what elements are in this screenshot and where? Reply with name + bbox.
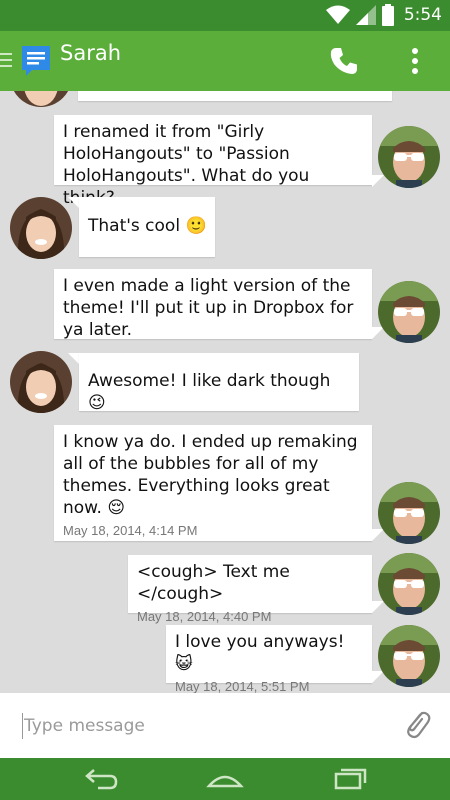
message-bubble[interactable]: Awesome! I like dark though 😉 xyxy=(79,353,359,413)
message-bubble[interactable]: I renamed it from "Girly HoloHangouts" t… xyxy=(54,115,372,208)
action-bar: Sarah xyxy=(0,31,450,91)
bubble-tail xyxy=(372,175,384,187)
contact-name[interactable]: Sarah xyxy=(60,41,121,65)
status-time: 5:54 xyxy=(403,5,442,25)
back-icon[interactable] xyxy=(82,766,122,792)
avatar-me xyxy=(378,126,440,188)
message-bubble[interactable]: That's cool 🙂 xyxy=(79,197,215,257)
status-bar: 5:54 xyxy=(0,0,450,31)
avatar-sarah xyxy=(10,197,72,259)
wifi-icon xyxy=(325,5,350,24)
status-icons: 5:54 xyxy=(325,4,442,26)
overflow-menu-icon[interactable] xyxy=(405,45,425,77)
message-timestamp: May 18, 2014, 4:40 PM xyxy=(137,609,272,624)
message-text: I even made a light version of the theme… xyxy=(63,276,354,340)
message-input[interactable] xyxy=(22,713,382,739)
home-icon[interactable] xyxy=(205,766,245,792)
avatar-me xyxy=(378,281,440,343)
avatar-sarah xyxy=(10,91,72,107)
phone-call-icon[interactable] xyxy=(328,45,360,77)
signal-icon xyxy=(355,5,376,25)
compose-bar xyxy=(0,693,450,758)
message-text: Awesome! I like dark though 😉 xyxy=(88,371,331,413)
navigation-bar xyxy=(0,758,450,800)
paperclip-icon[interactable] xyxy=(402,707,432,741)
bubble-tail xyxy=(372,529,384,541)
message-list[interactable]: I renamed it from "Girly HoloHangouts" t… xyxy=(0,91,450,693)
drawer-indicator-icon[interactable] xyxy=(0,53,14,69)
message-bubble[interactable]: I even made a light version of the theme… xyxy=(54,269,372,340)
battery-icon xyxy=(381,4,394,26)
message-bubble[interactable]: <cough> Text me </cough> May 18, 2014, 4… xyxy=(128,555,372,624)
message-text: I renamed it from "Girly HoloHangouts" t… xyxy=(63,122,310,208)
message-bubble[interactable]: I know ya do. I ended up remaking all of… xyxy=(54,425,372,541)
message-text: I love you anyways! 😺 xyxy=(175,632,345,674)
message-timestamp: May 18, 2014, 4:14 PM xyxy=(63,523,198,538)
app-icon[interactable] xyxy=(20,44,52,78)
avatar-me xyxy=(378,553,440,615)
avatar-me xyxy=(378,482,440,544)
message-text: <cough> Text me </cough> xyxy=(137,562,290,604)
bubble-tail xyxy=(372,601,384,613)
avatar-me xyxy=(378,625,440,687)
message-text: I know ya do. I ended up remaking all of… xyxy=(63,432,358,518)
avatar-sarah xyxy=(10,351,72,413)
recent-apps-icon[interactable] xyxy=(330,766,370,792)
message-bubble[interactable]: I love you anyways! 😺 May 18, 2014, 5:51… xyxy=(166,625,372,693)
message-bubble-clipped[interactable] xyxy=(78,91,392,101)
message-text: That's cool 🙂 xyxy=(88,216,207,236)
message-timestamp: May 18, 2014, 5:51 PM xyxy=(175,679,310,693)
